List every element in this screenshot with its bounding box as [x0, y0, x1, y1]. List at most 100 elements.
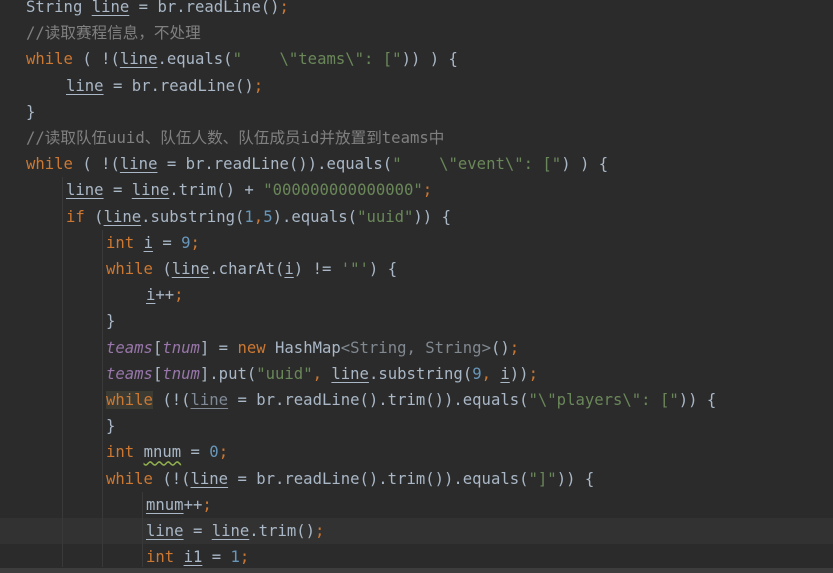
- code-line-content: teams[tnum] = new HashMap<String, String…: [106, 335, 519, 361]
- code-token-str: "]": [528, 469, 557, 488]
- code-token-kw: ;: [315, 522, 325, 540]
- code-token-p: ).equals(: [272, 207, 358, 226]
- code-token-var: line: [66, 76, 104, 95]
- code-line-content: int mnum = 0;: [106, 439, 228, 465]
- code-token-p: [: [152, 364, 163, 383]
- code-token-str: "uuid": [357, 207, 414, 226]
- code-editor[interactable]: String line = br.readLine(); //读取赛程信息，不处理…: [0, 0, 833, 573]
- code-token-kw: ;: [528, 364, 538, 383]
- code-token-cmt: //读取队伍uuid、队伍人数、队伍成员id并放置到teams中: [26, 129, 445, 147]
- code-token-kw: ;: [174, 286, 184, 305]
- code-token-var: line: [211, 522, 250, 540]
- code-token-kw: ;: [202, 495, 212, 514]
- code-token-p: =: [103, 181, 132, 200]
- code-token-var: i: [146, 286, 156, 305]
- code-token-kw: ;: [239, 548, 250, 567]
- code-token-p: [: [152, 338, 163, 357]
- code-token-kw: while: [106, 469, 153, 488]
- code-token-p: =: [152, 233, 182, 252]
- code-token-str: "000000000000000": [263, 181, 423, 200]
- code-line-content: String line = br.readLine();: [26, 0, 289, 20]
- code-token-var: line: [131, 181, 170, 200]
- code-token-p: )) ) {: [401, 50, 458, 69]
- code-token-p: HashMap: [275, 338, 341, 357]
- code-token-kw: int: [106, 443, 144, 462]
- code-token-p: .trim() +: [169, 181, 264, 200]
- code-token-p: (!(: [152, 469, 191, 488]
- code-token-p: = br.readLine().trim()).equals(: [228, 469, 529, 488]
- indent-guide: [102, 229, 103, 571]
- code-line-content: line = line.trim();: [146, 518, 324, 544]
- code-line-content: while ( !(line = br.readLine()).equals("…: [26, 151, 608, 177]
- code-token-p: =: [202, 548, 231, 567]
- code-token-p: (: [152, 260, 172, 278]
- code-token-p: ) {: [368, 260, 398, 278]
- code-token-num: 1: [230, 548, 240, 567]
- code-token-p: = br.readLine(): [103, 76, 254, 95]
- code-token-var: i: [284, 260, 294, 278]
- code-line-content: while (!(line = br.readLine().trim()).eq…: [106, 387, 716, 413]
- code-token-p: = br.readLine().trim()).equals(: [228, 391, 529, 409]
- code-token-p: (): [490, 338, 510, 357]
- code-token-p: (!(: [152, 391, 191, 409]
- code-token-p: .trim(): [249, 522, 316, 540]
- code-line-content: //读取队伍uuid、队伍人数、队伍成员id并放置到teams中: [26, 125, 444, 151]
- code-token-p: )): [509, 364, 529, 383]
- code-token-kw: while: [26, 155, 73, 174]
- code-token-kw: ;: [509, 338, 520, 357]
- code-token-p: ( !(: [72, 50, 120, 69]
- code-line-content: mnum++;: [146, 492, 212, 518]
- code-token-p: ) ) {: [561, 155, 609, 174]
- code-token-fld: teams: [106, 338, 153, 357]
- code-token-kw: while: [26, 50, 73, 69]
- code-token-var: line: [171, 260, 210, 278]
- code-token-p: }: [106, 417, 116, 436]
- code-token-kw: while: [106, 260, 153, 278]
- code-token-num: 5: [263, 207, 273, 226]
- code-token-str: " \"teams\": [": [232, 50, 402, 69]
- code-token-var: line: [331, 364, 369, 383]
- code-token-cmt: //读取赛程信息，不处理: [26, 24, 201, 43]
- code-token-p: ++: [183, 495, 203, 514]
- code-token-kw: ;: [253, 76, 264, 95]
- code-token-p: .substring(: [368, 364, 473, 383]
- code-token-str: "uuid": [256, 364, 313, 383]
- code-token-num: 9: [181, 233, 191, 252]
- code-line-content: line = line.trim() + "000000000000000";: [66, 177, 432, 203]
- code-token-p: ++: [155, 286, 175, 305]
- code-token-num: 9: [472, 364, 482, 383]
- code-token-varwarn: mnum: [143, 443, 182, 462]
- code-token-hl: while: [106, 391, 153, 409]
- code-token-var: line: [119, 155, 158, 174]
- code-token-p: ].put(: [199, 364, 257, 383]
- indent-guide: [142, 491, 143, 571]
- horizontal-scrollbar[interactable]: [0, 567, 833, 573]
- code-token-str: " \"event\": [": [392, 155, 562, 174]
- code-token-num: 1: [244, 207, 254, 226]
- code-token-p: )) {: [678, 391, 717, 409]
- code-line-content: while ( !(line.equals(" \"teams\": [")) …: [26, 46, 458, 72]
- code-token-var: line: [190, 469, 229, 488]
- code-line-current[interactable]: line = line.trim();: [0, 518, 833, 544]
- code-token-var: line: [103, 207, 142, 226]
- code-token-var: i: [500, 364, 510, 383]
- code-token-fld: teams: [106, 364, 153, 383]
- code-line-content: i++;: [146, 282, 184, 308]
- code-token-p: (: [84, 207, 104, 226]
- code-token-p: )) {: [556, 469, 595, 488]
- code-line-content: }: [106, 308, 115, 334]
- code-token-str: "\"players\": [": [528, 391, 679, 409]
- code-token-num: 0: [209, 443, 219, 462]
- code-token-var: i: [143, 233, 153, 252]
- horizontal-scrollbar-thumb[interactable]: [0, 568, 833, 573]
- code-line-content: int i = 9;: [106, 230, 200, 256]
- code-token-kw: ,: [253, 207, 264, 226]
- code-token-var: i1: [183, 548, 203, 567]
- code-token-var: line: [146, 522, 184, 540]
- code-line-content: //读取赛程信息，不处理: [26, 20, 201, 46]
- code-token-p: .charAt(: [209, 260, 285, 278]
- code-token-p: }: [26, 102, 36, 121]
- code-token-kw: ;: [190, 233, 200, 252]
- code-token-vardim: line: [190, 391, 229, 409]
- code-token-kw: ;: [218, 443, 229, 462]
